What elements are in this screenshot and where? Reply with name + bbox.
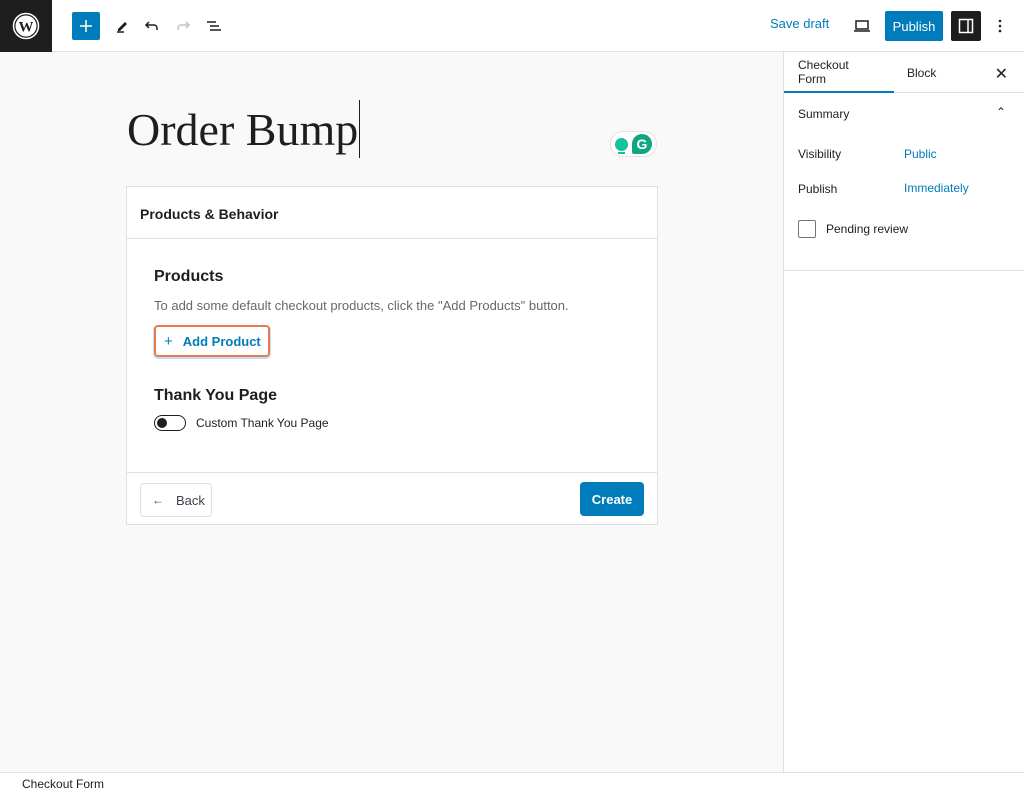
back-label: Back <box>176 492 205 508</box>
publish-value[interactable]: Immediately <box>904 181 969 195</box>
card-footer: ← Back Create <box>127 472 657 524</box>
wordpress-logo-button[interactable]: W <box>0 0 52 52</box>
post-title-text[interactable]: Order Bump <box>127 103 358 156</box>
save-draft-button[interactable]: Save draft <box>770 16 829 31</box>
create-button[interactable]: Create <box>580 482 644 516</box>
tools-button[interactable] <box>108 12 136 40</box>
tab-checkout-form[interactable]: Checkout Form <box>784 52 894 93</box>
pending-review-label: Pending review <box>826 222 909 236</box>
thank-you-heading: Thank You Page <box>154 387 277 404</box>
undo-icon <box>144 21 158 30</box>
preview-button[interactable] <box>848 12 876 40</box>
pencil-icon <box>117 22 127 33</box>
add-product-button[interactable]: + Add Product <box>154 325 270 357</box>
list-view-icon <box>207 21 221 31</box>
lightbulb-icon <box>615 137 628 154</box>
tab-block[interactable]: Block <box>893 52 950 93</box>
products-description: To add some default checkout products, c… <box>154 298 569 313</box>
more-options-button[interactable] <box>986 12 1014 40</box>
post-title[interactable]: Order Bump <box>127 100 361 158</box>
products-behavior-card: Products & Behavior Products To add some… <box>126 186 658 525</box>
summary-panel: Summary ⌃ Visibility Public Publish Imme… <box>784 93 1024 271</box>
wordpress-icon: W <box>12 12 40 40</box>
desktop-preview-icon <box>854 20 870 32</box>
card-header: Products & Behavior <box>127 187 657 239</box>
close-icon[interactable]: ✕ <box>995 64 1008 84</box>
chevron-up-icon[interactable]: ⌃ <box>996 105 1006 119</box>
custom-thank-you-toggle[interactable] <box>154 415 186 431</box>
plus-icon: + <box>164 332 173 350</box>
visibility-value[interactable]: Public <box>904 147 937 161</box>
sidebar-tabs: Checkout Form Block ✕ <box>784 52 1024 93</box>
publish-label: Publish <box>798 182 838 196</box>
grammarly-icon: G <box>632 134 652 154</box>
visibility-label: Visibility <box>798 147 842 161</box>
redo-button[interactable] <box>169 12 197 40</box>
pending-review-checkbox[interactable] <box>798 220 816 238</box>
status-footer: Checkout Form <box>0 772 1024 793</box>
back-button[interactable]: ← Back <box>140 483 212 517</box>
sidebar-toggle-icon <box>958 18 974 34</box>
more-options-icon <box>998 19 1002 33</box>
summary-heading[interactable]: Summary <box>798 107 849 121</box>
settings-toggle-button[interactable] <box>951 11 981 41</box>
top-toolbar: W Save draft Publish <box>0 0 1024 52</box>
redo-icon <box>177 21 191 30</box>
plus-icon <box>80 20 92 32</box>
settings-sidebar: Checkout Form Block ✕ Summary ⌃ Visibili… <box>783 52 1024 772</box>
products-heading: Products <box>154 268 224 285</box>
grammarly-widget[interactable]: G <box>610 131 657 157</box>
text-caret <box>359 100 361 158</box>
breadcrumb[interactable]: Checkout Form <box>22 777 104 791</box>
custom-thank-you-label: Custom Thank You Page <box>196 416 329 430</box>
editor-canvas: Order Bump G Products & Behavior Product… <box>0 52 783 772</box>
arrow-left-icon: ← <box>152 493 164 507</box>
svg-text:W: W <box>19 20 34 36</box>
add-product-label: Add Product <box>182 333 261 349</box>
publish-button[interactable]: Publish <box>885 11 943 41</box>
list-view-button[interactable] <box>200 12 228 40</box>
add-block-button[interactable] <box>72 12 100 40</box>
undo-button[interactable] <box>138 12 166 40</box>
